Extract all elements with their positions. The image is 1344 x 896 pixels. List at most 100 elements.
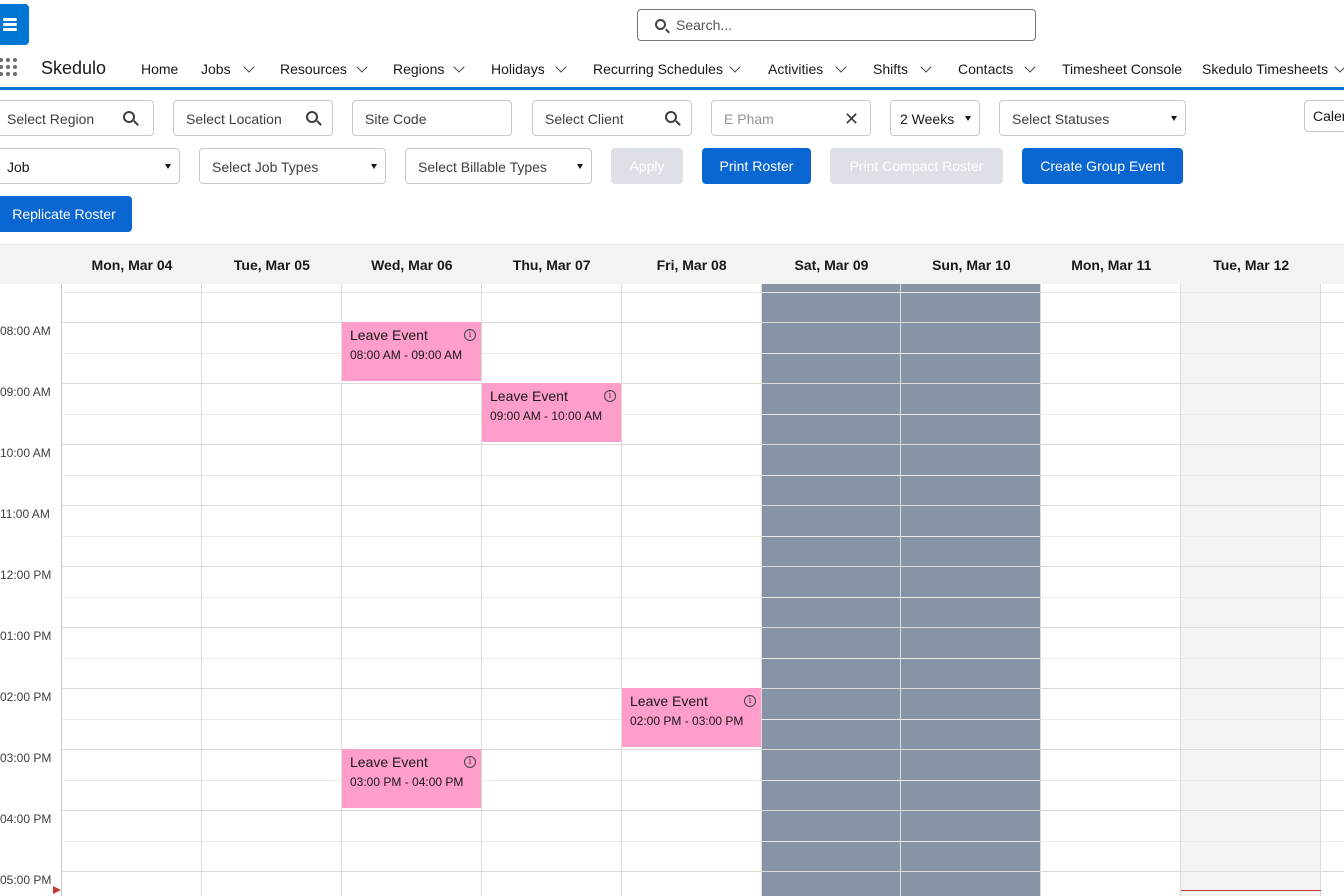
event-time: 09:00 AM - 10:00 AM xyxy=(490,409,603,423)
search-icon xyxy=(306,111,318,123)
event-title: Leave Event xyxy=(350,327,428,343)
chevron-down-icon xyxy=(577,164,583,169)
create-group-event-button[interactable]: Create Group Event xyxy=(1022,148,1183,184)
client-lookup-text: Select Client xyxy=(545,111,624,127)
time-label: 02:00 PM xyxy=(0,690,52,704)
billable-types-select[interactable]: Select Billable Types xyxy=(405,148,592,184)
time-label: 08:00 AM xyxy=(0,324,51,338)
day-header: Thu, Mar 07 xyxy=(512,257,591,273)
location-lookup[interactable]: Select Location xyxy=(173,100,333,136)
half-hour-line xyxy=(62,414,1344,415)
day-header: Mon, Mar 04 xyxy=(91,257,173,273)
period-select[interactable]: 2 Weeks xyxy=(890,100,980,136)
waffle-dot xyxy=(6,72,10,76)
waffle-dot xyxy=(13,58,17,62)
clear-icon[interactable]: ✕ xyxy=(844,109,859,130)
day-divider xyxy=(481,284,482,896)
job-types-select[interactable]: Select Job Types xyxy=(199,148,386,184)
chevron-down-icon[interactable] xyxy=(729,61,741,73)
info-icon[interactable]: i xyxy=(464,756,476,768)
chevron-down-icon[interactable] xyxy=(453,61,465,73)
location-lookup-text: Select Location xyxy=(186,111,282,127)
time-label: 09:00 AM xyxy=(0,385,51,399)
event-time: 02:00 PM - 03:00 PM xyxy=(630,714,744,728)
nav-item-contacts[interactable]: Contacts xyxy=(958,61,1013,77)
nav-item-skedulo-timesheets[interactable]: Skedulo Timesheets xyxy=(1202,61,1328,77)
info-icon[interactable]: i xyxy=(464,329,476,341)
search-icon xyxy=(123,111,135,123)
nav-item-holidays[interactable]: Holidays xyxy=(491,61,545,77)
apply-button[interactable]: Apply xyxy=(611,148,683,184)
replicate-roster-button[interactable]: Replicate Roster xyxy=(0,196,132,232)
event-time: 08:00 AM - 09:00 AM xyxy=(350,348,463,362)
day-divider xyxy=(201,284,202,896)
info-icon[interactable]: i xyxy=(604,390,616,402)
day-divider xyxy=(1040,284,1041,896)
chevron-down-icon[interactable] xyxy=(243,61,255,73)
day-divider xyxy=(61,284,62,896)
day-header: Tue, Mar 12 xyxy=(1213,257,1290,273)
calendar-header: Mon, Mar 04 Tue, Mar 05 Wed, Mar 06 Thu, Ma… xyxy=(0,244,1344,284)
leave-event[interactable]: Leave Event 09:00 AM - 10:00 AM i xyxy=(482,383,621,442)
info-icon[interactable]: i xyxy=(744,695,756,707)
half-hour-line xyxy=(62,292,1344,293)
waffle-dot xyxy=(13,65,17,69)
day-divider xyxy=(621,284,622,896)
region-lookup-text: Select Region xyxy=(7,111,95,127)
nav-item-shifts[interactable]: Shifts xyxy=(873,61,908,77)
day-header: Wed, Mar 06 xyxy=(371,257,453,273)
search-icon xyxy=(665,111,677,123)
record-type-select[interactable]: Job xyxy=(0,148,180,184)
today-column xyxy=(1181,284,1322,896)
chevron-down-icon xyxy=(1171,116,1177,121)
client-lookup[interactable]: Select Client xyxy=(532,100,692,136)
waffle-dot xyxy=(6,65,10,69)
app-launcher-icon[interactable] xyxy=(0,58,22,80)
print-compact-roster-button[interactable]: Print Compact Roster xyxy=(830,148,1003,184)
global-search[interactable] xyxy=(637,9,1036,41)
time-label: 01:00 PM xyxy=(0,629,52,643)
hour-line xyxy=(62,383,1344,384)
waffle-dot xyxy=(13,72,17,76)
chevron-down-icon[interactable] xyxy=(1024,61,1036,73)
nav-item-recurring-schedules[interactable]: Recurring Schedules xyxy=(593,61,723,77)
leave-event[interactable]: Leave Event 03:00 PM - 04:00 PM i xyxy=(342,749,481,808)
waffle-dot xyxy=(0,72,3,76)
chevron-down-icon[interactable] xyxy=(555,61,567,73)
nav-item-regions[interactable]: Regions xyxy=(393,61,444,77)
search-input[interactable] xyxy=(676,10,1026,40)
site-code-input[interactable]: Site Code xyxy=(352,100,512,136)
hour-line xyxy=(62,810,1344,811)
leave-event[interactable]: Leave Event 08:00 AM - 09:00 AM i xyxy=(342,322,481,381)
day-divider xyxy=(1180,284,1181,896)
hour-line xyxy=(62,505,1344,506)
nav-item-home[interactable]: Home xyxy=(141,61,178,77)
nav-item-resources[interactable]: Resources xyxy=(280,61,347,77)
statuses-select[interactable]: Select Statuses xyxy=(999,100,1186,136)
waffle-dot xyxy=(6,58,10,62)
leave-event[interactable]: Leave Event 02:00 PM - 03:00 PM i xyxy=(622,688,761,747)
print-roster-button[interactable]: Print Roster xyxy=(702,148,811,184)
hour-line xyxy=(62,871,1344,872)
resource-lookup[interactable]: E Pham ✕ xyxy=(711,100,871,136)
weekend-column xyxy=(901,284,1042,896)
day-header: Sat, Mar 09 xyxy=(794,257,869,273)
hour-line xyxy=(62,749,1344,750)
nav-item-jobs[interactable]: Jobs xyxy=(201,61,231,77)
nav-item-timesheet-console[interactable]: Timesheet Console xyxy=(1062,61,1182,77)
region-lookup[interactable]: Select Region xyxy=(0,100,154,136)
calendar-grid[interactable]: 08:00 AM 09:00 AM 10:00 AM 11:00 AM 12:00 PM… xyxy=(0,284,1344,896)
half-hour-line xyxy=(62,475,1344,476)
job-types-text: Select Job Types xyxy=(212,159,319,175)
nav-item-activities[interactable]: Activities xyxy=(768,61,823,77)
chevron-down-icon[interactable] xyxy=(1334,61,1344,73)
chevron-down-icon[interactable] xyxy=(920,61,932,73)
calendar-button[interactable]: Calen xyxy=(1304,100,1344,132)
hour-line xyxy=(62,322,1344,323)
hour-line xyxy=(62,566,1344,567)
time-label: 12:00 PM xyxy=(0,568,52,582)
chevron-down-icon[interactable] xyxy=(356,61,368,73)
app-logo-icon[interactable] xyxy=(0,4,29,45)
chevron-down-icon[interactable] xyxy=(835,61,847,73)
day-divider xyxy=(1320,284,1321,896)
